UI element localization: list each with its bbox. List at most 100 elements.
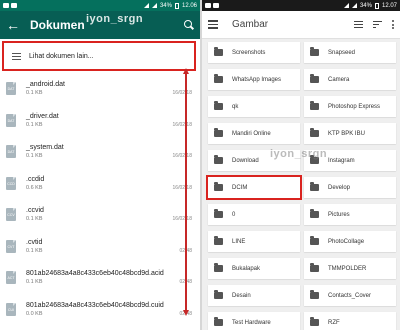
folder-contacts-cover[interactable]: Contacts_Cover: [304, 285, 396, 306]
folder-icon: [214, 317, 223, 326]
folder-label: PhotoCollage: [328, 238, 365, 245]
folder-icon: [214, 263, 223, 272]
folder-whatsapp-images[interactable]: WhatsApp Images: [208, 69, 300, 90]
folder-pictures[interactable]: Pictures: [304, 204, 396, 225]
folder-label: qk: [232, 103, 239, 110]
folder-test-hardware[interactable]: Test Hardware: [208, 312, 300, 330]
file-row[interactable]: CCV .ccvid 0.1 KB 16/02/18: [0, 199, 200, 231]
file-name: _driver.dat: [26, 112, 59, 120]
browse-other-documents-button[interactable]: Lihat dokumen lain...: [2, 41, 196, 71]
file-name: 801ab24683a4a8c433c6eb40c48bcd9d.cuid: [26, 301, 164, 309]
file-row[interactable]: CCD .ccdid 0.6 KB 16/02/18: [0, 168, 200, 200]
file-text: .cvtid 0.1 KB: [26, 239, 43, 254]
file-size: 0.1 KB: [26, 279, 43, 286]
folder-mandiri-online[interactable]: Mandiri Online: [208, 123, 300, 144]
status-bar-right: 34% 12.07: [202, 0, 400, 11]
folder-icon: [214, 155, 223, 164]
sort-icon[interactable]: [373, 20, 382, 29]
file-size: 0.1 KB: [26, 153, 43, 160]
list-view-icon[interactable]: [354, 20, 363, 29]
folder-ktp-bpk-ibu[interactable]: KTP BPK IBU: [304, 123, 396, 144]
document-icon: DAT: [6, 82, 16, 96]
folder-rzf[interactable]: RZF: [304, 312, 396, 330]
document-icon: CVT: [6, 239, 16, 253]
file-row[interactable]: DAT _driver.dat 0.1 KB 16/02/18: [0, 105, 200, 137]
file-text: _android.dat 0.1 KB: [26, 81, 65, 96]
signal-icon: [143, 3, 149, 8]
folder-screenshots[interactable]: Screenshots: [208, 42, 300, 63]
folder-camera[interactable]: Camera: [304, 69, 396, 90]
document-icon: ACT: [6, 271, 16, 285]
file-row[interactable]: ACT 801ab24683a4a8c433c6eb40c48bcd9d.acid…: [0, 262, 200, 294]
file-size: 0.6 KB: [26, 184, 43, 191]
document-icon: DAT: [6, 145, 16, 159]
folder-icon: [214, 209, 223, 218]
folder-grid: Screenshots Snapseed WhatsApp Images Camera…: [206, 42, 396, 330]
app-icon: [11, 3, 17, 8]
file-text: _system.dat 0.1 KB: [26, 144, 64, 159]
folder-icon: [310, 128, 319, 137]
folder-label: Camera: [328, 76, 350, 83]
battery-icon: [174, 2, 179, 9]
folder-label: KTP BPK IBU: [328, 130, 365, 137]
folder-icon: [310, 101, 319, 110]
file-list: DAT _android.dat 0.1 KB 16/02/18 DAT _driver.…: [0, 73, 200, 325]
folder-photoshop-express[interactable]: Photoshop Express: [304, 96, 396, 117]
file-size: 0.0 KB: [26, 310, 43, 317]
document-icon: CUI: [6, 302, 16, 316]
folder-bukalapak[interactable]: Bukalapak: [208, 258, 300, 279]
gallery-app-bar: Gambar: [202, 11, 400, 39]
folder-desain[interactable]: Desain: [208, 285, 300, 306]
gallery-panel: 34% 12.07 Gambar Screenshots Snapseed What…: [202, 0, 400, 330]
file-row[interactable]: CVT.cvtid0.1 KB02.48: [0, 231, 200, 263]
battery-icon: [374, 2, 379, 9]
folder-photocollage[interactable]: PhotoCollage: [304, 231, 396, 252]
message-icon: [3, 3, 9, 8]
folder-label: Snapseed: [328, 49, 356, 56]
folder-label: Develop: [328, 184, 351, 191]
menu-icon[interactable]: [208, 20, 218, 29]
clock-right: 12.07: [381, 2, 397, 9]
list-icon: [12, 52, 21, 60]
file-name: _system.dat: [26, 144, 64, 152]
folder-icon: [214, 182, 223, 191]
status-bar: 34% 12.06: [0, 0, 200, 11]
back-arrow-icon[interactable]: ←: [6, 17, 22, 33]
folder-icon: [310, 74, 319, 83]
folder-icon: [214, 290, 223, 299]
file-text: .ccvid 0.1 KB: [26, 207, 44, 222]
folder-develop[interactable]: Develop: [304, 177, 396, 198]
folder-label: Pictures: [328, 211, 350, 218]
battery-percent: 34%: [159, 2, 172, 9]
folder-label: Instagram: [328, 157, 355, 164]
watermark-left: iyon_srgn: [86, 13, 144, 25]
document-icon: DAT: [6, 113, 16, 127]
folder-label: Screenshots: [232, 49, 266, 56]
file-row[interactable]: DAT _android.dat 0.1 KB 16/02/18: [0, 73, 200, 105]
notification-icons: [3, 3, 17, 8]
file-row[interactable]: CUI 801ab24683a4a8c433c6eb40c48bcd9d.cuid…: [0, 294, 200, 326]
folder-qk[interactable]: qk: [208, 96, 300, 117]
folder-label: Test Hardware: [232, 319, 271, 326]
more-options-icon[interactable]: [392, 20, 394, 29]
folder-icon: [310, 290, 319, 299]
folder-icon: [214, 236, 223, 245]
folder-line[interactable]: LINE: [208, 231, 300, 252]
folder-icon: [310, 263, 319, 272]
folder-tmmpolder[interactable]: TMMPOLDER: [304, 258, 396, 279]
file-name: .ccvid: [26, 207, 44, 215]
folder-0[interactable]: 0: [208, 204, 300, 225]
folder-icon: [310, 236, 319, 245]
file-row[interactable]: DAT _system.dat 0.1 KB 16/02/18: [0, 136, 200, 168]
folder-snapseed[interactable]: Snapseed: [304, 42, 396, 63]
document-icon: CCD: [6, 176, 16, 190]
file-text: 801ab24683a4a8c433c6eb40c48bcd9d.acid 0.1…: [26, 270, 164, 285]
folder-label: LINE: [232, 238, 246, 245]
folder-label: TMMPOLDER: [328, 265, 367, 272]
file-size: 0.1 KB: [26, 121, 43, 128]
message-icon: [205, 3, 211, 8]
arrow-down-head: [183, 310, 189, 316]
folder-dcim[interactable]: DCIM: [206, 175, 302, 200]
search-icon[interactable]: [184, 20, 194, 30]
signal-icon-2: [151, 3, 157, 8]
